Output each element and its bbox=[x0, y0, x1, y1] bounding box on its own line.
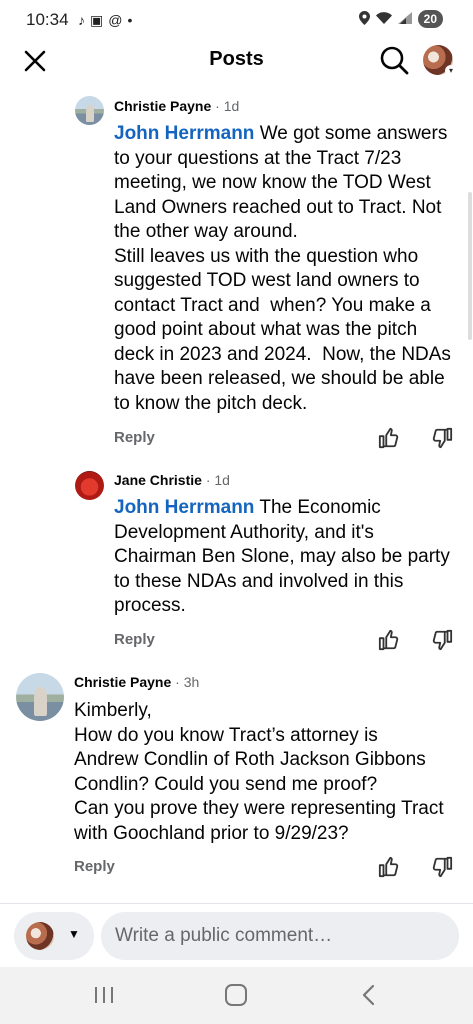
thumbs-up-icon bbox=[378, 427, 399, 449]
author-name[interactable]: Christie Payne bbox=[74, 674, 171, 690]
search-button[interactable] bbox=[379, 45, 409, 75]
app-header: Posts ▾ bbox=[0, 40, 473, 82]
comment-text: John Herrmann The Economic Development A… bbox=[114, 496, 464, 619]
home-button[interactable] bbox=[225, 984, 247, 1006]
status-time: 10:34 bbox=[26, 10, 69, 29]
avatar[interactable] bbox=[75, 96, 104, 125]
dislike-button[interactable] bbox=[431, 629, 453, 651]
author-name[interactable]: Jane Christie bbox=[114, 472, 202, 488]
thumbs-down-icon bbox=[432, 427, 453, 449]
reply-button[interactable]: Reply bbox=[74, 858, 115, 875]
threads-icon: @ bbox=[108, 12, 123, 28]
chevron-down-icon: ▾ bbox=[445, 65, 457, 77]
comment-composer: ▼ Write a public comment… bbox=[0, 903, 473, 967]
author-name[interactable]: Christie Payne bbox=[114, 98, 211, 114]
comment-text: Kimberly, How do you know Tract’s attorn… bbox=[74, 699, 469, 846]
comment-time: · 1d bbox=[205, 472, 230, 488]
mention-link[interactable]: John Herrmann bbox=[114, 123, 254, 144]
thumbs-up-icon bbox=[378, 856, 399, 878]
comment-text: John Herrmann We got some answers to you… bbox=[114, 122, 464, 416]
battery-indicator: 20 bbox=[417, 10, 443, 28]
caret-down-icon: ▼ bbox=[68, 927, 80, 941]
avatar[interactable] bbox=[16, 673, 64, 721]
comment-body: We got some answers to your questions at… bbox=[114, 123, 451, 414]
reply-button[interactable]: Reply bbox=[114, 429, 155, 446]
status-notification-icons: ♪ ▣ @ • bbox=[78, 11, 132, 29]
dislike-button[interactable] bbox=[431, 856, 453, 878]
dislike-button[interactable] bbox=[431, 427, 453, 449]
comment-time: · 1d bbox=[215, 98, 240, 114]
wifi-icon bbox=[375, 11, 392, 27]
comment-body: Kimberly, How do you know Tract’s attorn… bbox=[74, 700, 444, 844]
mention-link[interactable]: John Herrmann bbox=[114, 497, 254, 518]
recent-apps-icon bbox=[95, 987, 113, 1003]
thumbs-down-icon bbox=[432, 856, 453, 878]
dot-icon: • bbox=[127, 12, 133, 28]
comment-input[interactable]: Write a public comment… bbox=[101, 912, 459, 960]
like-button[interactable] bbox=[378, 427, 400, 449]
thumbs-down-icon bbox=[432, 629, 453, 651]
avatar bbox=[26, 922, 54, 950]
status-bar: 10:34 ♪ ▣ @ • 20 bbox=[0, 0, 473, 40]
back-button[interactable] bbox=[360, 984, 378, 1006]
persona-switcher[interactable]: ▼ bbox=[14, 912, 94, 960]
signal-icon bbox=[397, 11, 412, 27]
search-icon bbox=[380, 46, 409, 75]
scrollbar[interactable] bbox=[468, 192, 472, 340]
like-button[interactable] bbox=[378, 629, 400, 651]
comment-header: Jane Christie · 1d bbox=[114, 472, 230, 488]
tiktok-icon: ♪ bbox=[78, 12, 85, 28]
back-icon bbox=[362, 984, 375, 1006]
comment-header: Christie Payne · 3h bbox=[74, 674, 199, 690]
recent-apps-button[interactable] bbox=[93, 985, 115, 1005]
status-system-icons: 20 bbox=[358, 10, 443, 28]
comment-time: · 3h bbox=[175, 674, 200, 690]
avatar[interactable] bbox=[75, 471, 104, 500]
reply-button[interactable]: Reply bbox=[114, 631, 155, 648]
location-icon bbox=[358, 10, 370, 28]
comment-header: Christie Payne · 1d bbox=[114, 98, 239, 114]
like-button[interactable] bbox=[378, 856, 400, 878]
thumbs-up-icon bbox=[378, 629, 399, 651]
system-nav-bar bbox=[0, 967, 473, 1024]
screenshot-icon: ▣ bbox=[90, 12, 104, 28]
